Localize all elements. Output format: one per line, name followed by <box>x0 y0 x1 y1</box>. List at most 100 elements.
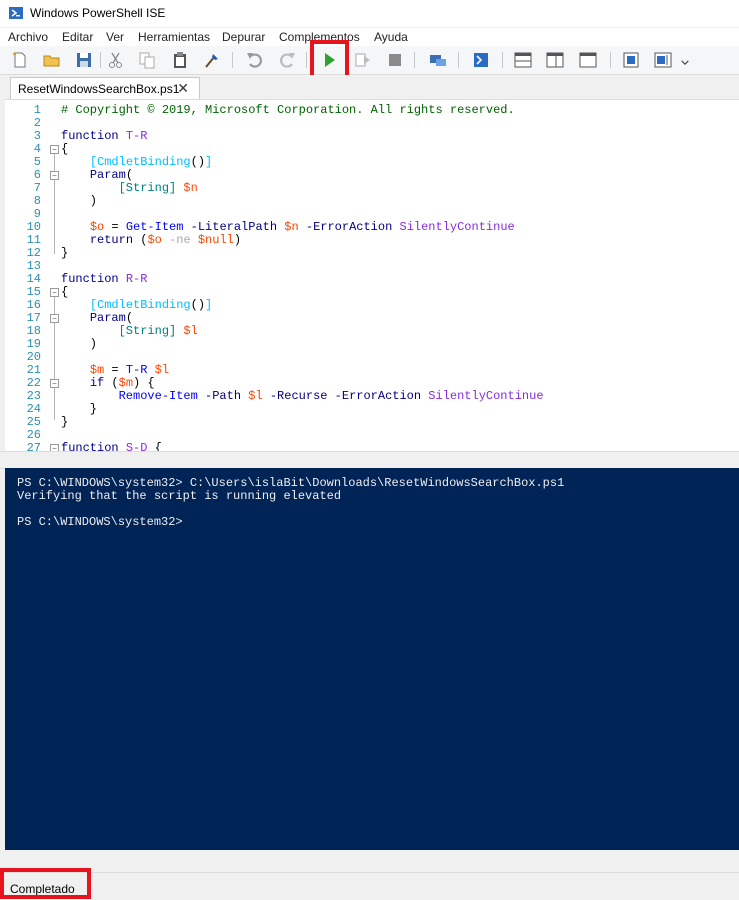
fold-toggle-icon[interactable]: − <box>50 314 59 323</box>
line-number: 13 <box>26 259 41 273</box>
save-icon[interactable] <box>74 50 94 70</box>
code-token: -LiteralPath <box>190 220 278 234</box>
show-script-max-icon[interactable] <box>578 50 598 70</box>
console-line: PS C:\WINDOWS\system32> C:\Users\islaBit… <box>17 476 565 490</box>
command-addon-icon[interactable] <box>621 50 641 70</box>
toolbar-separator <box>232 52 233 68</box>
code-line: { <box>61 285 68 299</box>
code-token: return <box>89 233 134 247</box>
copy-icon[interactable] <box>137 50 157 70</box>
console-line: PS C:\WINDOWS\system32> <box>17 515 183 529</box>
script-editor[interactable]: 1 2 3 4 5 6 7 8 9 10 11 12 13 14 15 16 17 18 19 20 21 22 23 24 2… <box>5 99 739 452</box>
toolbar-separator <box>100 52 101 68</box>
code-token: { <box>61 285 69 299</box>
code-token: $o <box>89 220 105 234</box>
code-token: T-R <box>125 363 148 377</box>
line-number: 6 <box>33 168 41 182</box>
line-number: 5 <box>33 155 41 169</box>
line-number: 17 <box>26 311 41 325</box>
code-token: Remove-Item <box>118 389 198 403</box>
tab-script[interactable]: ResetWindowsSearchBox.ps1 ✕ <box>10 77 200 99</box>
line-number: 24 <box>26 402 41 416</box>
code-token: SilentlyContinue <box>428 389 544 403</box>
line-number: 26 <box>26 428 41 442</box>
tab-label: ResetWindowsSearchBox.ps1 <box>18 82 180 96</box>
code-token: -ne <box>169 233 191 247</box>
line-number: 9 <box>33 207 41 221</box>
clear-console-icon[interactable] <box>202 50 222 70</box>
line-number: 23 <box>26 389 41 403</box>
fold-toggle-icon[interactable]: − <box>50 171 59 180</box>
code-line: $m = T-R $l <box>61 363 169 377</box>
close-icon[interactable]: ✕ <box>177 80 189 97</box>
code-token: Get-Item <box>125 220 184 234</box>
menu-ver[interactable]: Ver <box>106 30 124 44</box>
fold-guide <box>54 188 55 218</box>
menu-herramientas[interactable]: Herramientas <box>138 30 210 44</box>
menu-ayuda[interactable]: Ayuda <box>374 30 408 44</box>
powershell-ise-icon <box>9 7 23 19</box>
line-number: 21 <box>26 363 41 377</box>
fold-toggle-icon[interactable]: − <box>50 379 59 388</box>
code-line: Param( <box>61 311 133 325</box>
code-token: # Copyright © 2019, Microsoft Corporatio… <box>61 103 515 117</box>
toolbar <box>0 46 739 75</box>
menu-depurar[interactable]: Depurar <box>222 30 265 44</box>
paste-icon[interactable] <box>170 50 190 70</box>
code-token: = <box>104 220 126 234</box>
code-token: ( <box>133 233 148 247</box>
stop-icon[interactable] <box>385 50 405 70</box>
code-token: [String] <box>118 324 177 338</box>
code-token: () <box>190 155 206 169</box>
powershell-console-icon[interactable] <box>471 50 491 70</box>
toolbar-separator <box>414 52 415 68</box>
code-token: $m <box>118 376 134 390</box>
fold-guide <box>54 331 55 361</box>
code-token: ( <box>125 311 134 325</box>
show-command-window-icon[interactable] <box>653 50 673 70</box>
cut-icon[interactable] <box>106 50 126 70</box>
show-script-right-icon[interactable] <box>545 50 565 70</box>
new-icon[interactable] <box>10 50 30 70</box>
code-token: ] <box>205 155 213 169</box>
toolbar-separator <box>306 52 307 68</box>
line-number: 8 <box>33 194 41 208</box>
code-token: if <box>89 376 105 390</box>
code-token: SilentlyContinue <box>399 220 515 234</box>
run-selection-icon[interactable] <box>353 50 373 70</box>
code-token: } <box>61 246 69 260</box>
remote-powershell-icon[interactable] <box>428 50 448 70</box>
code-line: if ($m) { <box>61 376 155 390</box>
code-token: $n <box>183 181 198 195</box>
code-token: ) <box>233 233 242 247</box>
code-line: $o = Get-Item -LiteralPath $n -ErrorActi… <box>61 220 515 234</box>
undo-icon[interactable] <box>245 50 265 70</box>
line-number: 14 <box>26 272 41 286</box>
redo-icon[interactable] <box>277 50 297 70</box>
fold-toggle-icon[interactable]: − <box>50 288 59 297</box>
code-token: ) <box>61 194 98 208</box>
show-script-top-icon[interactable] <box>513 50 533 70</box>
toolbar-overflow-icon[interactable] <box>679 50 691 70</box>
code-token: ( <box>104 376 119 390</box>
horizontal-scrollbar[interactable] <box>0 850 739 868</box>
code-token: ) <box>61 337 98 351</box>
line-number: 2 <box>33 116 41 130</box>
console-pane[interactable]: PS C:\WINDOWS\system32> C:\Users\islaBit… <box>5 468 739 850</box>
status-highlight <box>0 868 91 899</box>
line-number: 25 <box>26 415 41 429</box>
menu-editar[interactable]: Editar <box>62 30 93 44</box>
menu-archivo[interactable]: Archivo <box>8 30 48 44</box>
fold-toggle-icon[interactable]: − <box>50 145 59 154</box>
open-icon[interactable] <box>42 50 62 70</box>
code-line: { <box>61 142 68 156</box>
pane-splitter[interactable] <box>0 451 739 469</box>
code-line: } <box>61 402 97 416</box>
code-line: function T-R <box>61 129 147 143</box>
